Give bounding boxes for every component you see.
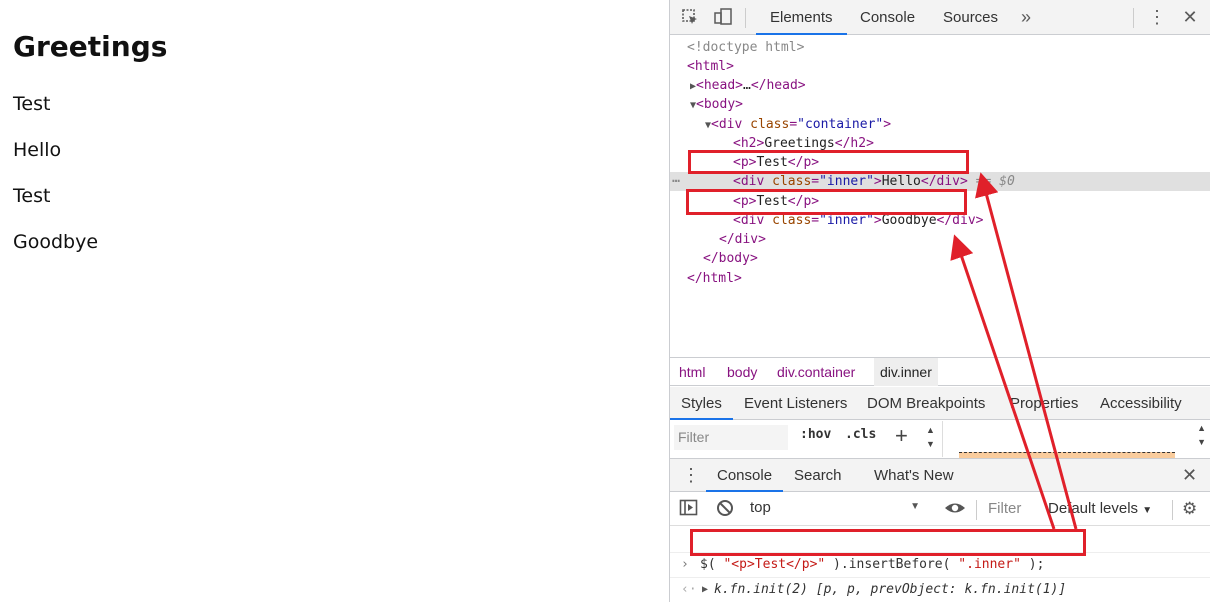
tree-body[interactable]: ▼<body> <box>690 95 1210 114</box>
toolbar-divider <box>745 8 746 28</box>
tree-inner-div-2[interactable]: <div class="inner">Goodbye</div> <box>733 211 1210 230</box>
console-input-line[interactable]: › $( "<p>Test</p>" ).insertBefore( ".inne… <box>670 529 1210 572</box>
toolbar-divider <box>976 500 977 520</box>
new-style-rule-icon[interactable]: + <box>895 423 908 449</box>
drawer-tab-console[interactable]: Console <box>706 459 784 492</box>
hov-toggle[interactable]: :hov <box>800 427 831 442</box>
tab-event-listeners[interactable]: Event Listeners <box>744 387 847 420</box>
kebab-menu-icon[interactable]: ⋮ <box>1147 7 1167 27</box>
close-icon[interactable]: ✕ <box>1182 465 1197 486</box>
console-result-line[interactable]: ‹· ▶ k.fn.init(2) [p, p, prevObject: k.fn.… <box>670 554 1210 597</box>
clear-console-icon[interactable] <box>716 499 734 522</box>
tree-html[interactable]: <html> <box>687 57 1210 76</box>
tree-p-inserted-2[interactable]: <p>Test</p> <box>733 192 1210 211</box>
tab-properties[interactable]: Properties <box>1010 387 1078 420</box>
tree-inner-div-selected[interactable]: ⋯ <div class="inner">Hello</div> == $0 <box>670 172 1210 191</box>
devtools-toolbar: Elements Console Sources » ⋮ ✕ <box>670 0 1210 35</box>
eye-icon[interactable] <box>944 499 966 522</box>
toolbar-divider <box>1172 500 1173 520</box>
cls-toggle[interactable]: .cls <box>845 427 876 442</box>
tree-p-inserted-1[interactable]: <p>Test</p> <box>733 153 1210 172</box>
tree-container-div[interactable]: ▼<div class="container"> <box>705 115 1210 134</box>
scroll-arrows-icon[interactable]: ▲ ▼ <box>926 423 935 451</box>
log-levels-dropdown[interactable]: Default levels ▼ <box>1048 500 1152 517</box>
box-model-pane: ▲ ▼ <box>942 421 1210 458</box>
tree-head[interactable]: ▶<head>…</head> <box>690 76 1210 95</box>
device-toggle-icon[interactable] <box>713 7 733 27</box>
breadcrumb-div-inner[interactable]: div.inner <box>874 358 938 386</box>
breadcrumb-div-container[interactable]: div.container <box>777 358 855 386</box>
tree-html-close[interactable]: </html> <box>687 269 1210 288</box>
styles-filter-row: Filter :hov .cls + ▲ ▼ ▲ ▼ <box>670 421 1210 458</box>
scroll-arrows-icon[interactable]: ▲ ▼ <box>1197 421 1206 449</box>
devtools-panel: Elements Console Sources » ⋮ ✕ <!doctype… <box>670 0 1210 602</box>
tab-styles[interactable]: Styles <box>670 387 733 420</box>
breadcrumb-body[interactable]: body <box>727 358 757 386</box>
drawer-tab-search[interactable]: Search <box>794 459 842 492</box>
double-chevron-icon[interactable]: » <box>1016 7 1036 27</box>
page-heading: Greetings <box>13 30 168 63</box>
rendered-page: Greetings Test Hello Test Goodbye <box>0 0 670 602</box>
elements-tree: <!doctype html> <html> ▶<head>…</head> ▼… <box>670 36 1210 356</box>
tree-h2[interactable]: <h2>Greetings</h2> <box>733 134 1210 153</box>
context-selector[interactable]: top ▼ <box>750 499 920 516</box>
inspect-element-icon[interactable] <box>680 7 700 27</box>
dropdown-arrow-icon: ▼ <box>1142 505 1153 516</box>
tab-dom-breakpoints[interactable]: DOM Breakpoints <box>867 387 985 420</box>
inner-div-goodbye: Goodbye <box>13 231 99 253</box>
console-prompt[interactable]: › <box>670 579 1210 602</box>
console-toolbar: top ▼ Filter Default levels ▼ ⚙ <box>670 493 1210 526</box>
sidebar-toggle-icon[interactable] <box>679 499 699 522</box>
toolbar-divider <box>1133 8 1134 28</box>
tab-accessibility[interactable]: Accessibility <box>1100 387 1182 420</box>
tree-container-close[interactable]: </div> <box>719 230 1210 249</box>
inner-div-hello: Hello <box>13 139 62 161</box>
paragraph-test-1: Test <box>13 93 51 115</box>
tree-doctype[interactable]: <!doctype html> <box>687 38 1210 57</box>
breadcrumb-html[interactable]: html <box>679 358 705 386</box>
breadcrumb: html body div.container div.inner <box>670 357 1210 386</box>
tab-sources[interactable]: Sources <box>943 0 998 35</box>
dropdown-arrow-icon: ▼ <box>910 501 920 512</box>
paragraph-test-2: Test <box>13 185 51 207</box>
tab-console[interactable]: Console <box>860 0 915 35</box>
tab-elements[interactable]: Elements <box>756 0 847 35</box>
close-icon[interactable]: ✕ <box>1180 7 1200 27</box>
gear-icon[interactable]: ⚙ <box>1182 499 1197 519</box>
ellipsis-icon[interactable]: ⋯ <box>672 172 680 191</box>
styles-filter-input[interactable]: Filter <box>674 425 788 450</box>
drawer-tabbar: ⋮ Console Search What's New ✕ <box>670 458 1210 492</box>
drawer-tab-whats-new[interactable]: What's New <box>874 459 954 492</box>
drawer-menu-icon[interactable]: ⋮ <box>682 465 700 486</box>
console-filter-input[interactable]: Filter <box>988 500 1038 517</box>
tree-body-close[interactable]: </body> <box>703 249 1210 268</box>
styles-tabbar: Styles Event Listeners DOM Breakpoints P… <box>670 387 1210 420</box>
